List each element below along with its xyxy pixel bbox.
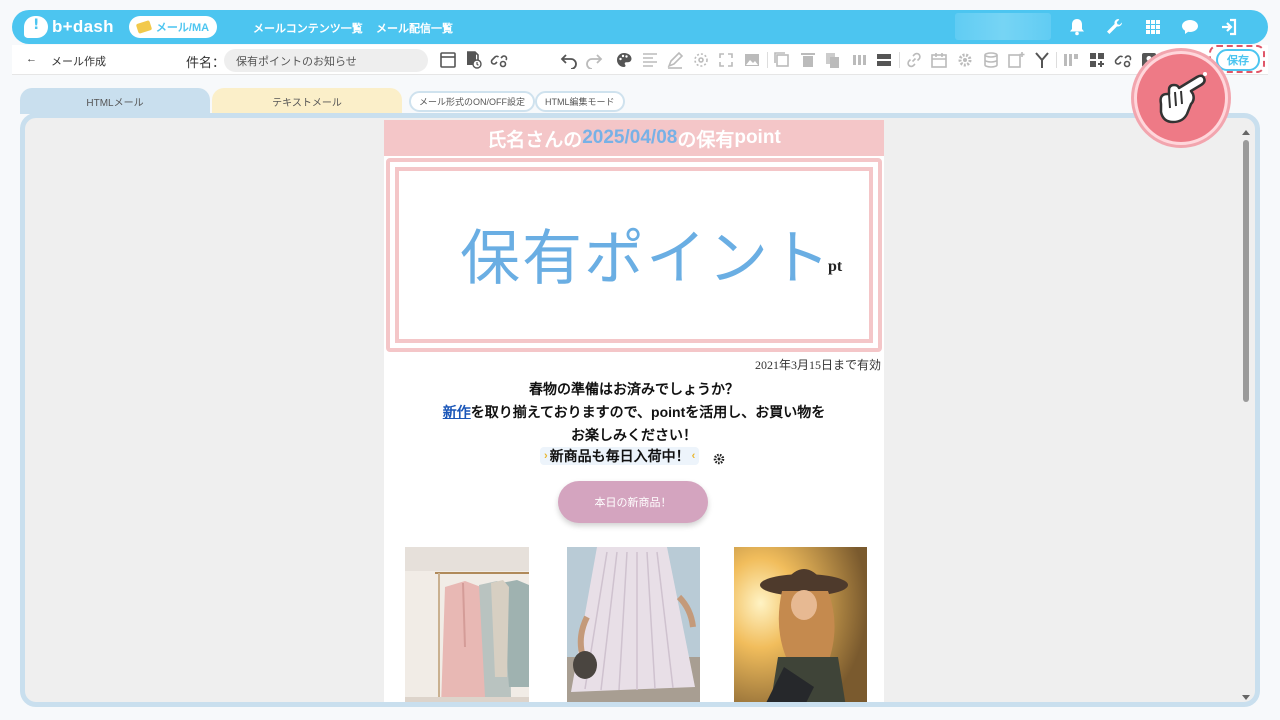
wrench-icon[interactable] <box>1104 17 1124 37</box>
link-check-icon[interactable] <box>490 51 508 69</box>
brand-logo[interactable]: b+dash <box>24 15 114 39</box>
pen-icon[interactable] <box>666 51 684 69</box>
grid-icon[interactable] <box>1143 17 1163 37</box>
dynamic-tag-line[interactable]: › 新商品も毎日入荷中！ ‹ <box>540 447 700 465</box>
page-title: メール作成 <box>51 56 106 68</box>
link-icon[interactable] <box>905 51 923 69</box>
nav-mail-delivery-list[interactable]: メール配信一覧 <box>376 20 453 36</box>
top-navigation-bar: b+dash メール/MA メールコンテンツ一覧 メール配信一覧 <box>12 10 1268 44</box>
header-suffix: point <box>734 127 781 148</box>
gear-icon[interactable] <box>712 451 726 465</box>
email-body[interactable]: 氏名さんの 2025/04/08 の保有 point 保有ポイント pt 202… <box>384 120 884 702</box>
subject-input[interactable] <box>224 49 428 72</box>
envelope-icon <box>135 20 153 34</box>
points-title: 保有ポイント <box>460 224 832 294</box>
align-icon[interactable] <box>641 51 659 69</box>
add-block-icon[interactable] <box>1088 51 1106 69</box>
product-image-skirt[interactable] <box>567 547 700 702</box>
message-line-2: 新作を取り揃えておりますので、pointを活用し、お買い物を <box>384 402 884 422</box>
layout-icon[interactable] <box>1062 51 1080 69</box>
toolbar-divider <box>1056 52 1057 68</box>
logo-text: b+dash <box>52 17 114 36</box>
html-edit-mode-button[interactable]: HTML編集モード <box>535 91 625 112</box>
subject-label: 件名： <box>186 55 226 70</box>
blurred-account-info <box>955 13 1051 40</box>
product-image-hat[interactable] <box>734 547 867 702</box>
nav-mail-content-list[interactable]: メールコンテンツ一覧 <box>253 20 363 36</box>
email-header-banner[interactable]: 氏名さんの 2025/04/08 の保有 point <box>384 120 884 156</box>
logout-icon[interactable] <box>1219 17 1239 37</box>
settings-icon[interactable] <box>956 51 974 69</box>
branch-icon[interactable] <box>1033 51 1051 69</box>
duplicate-icon[interactable] <box>824 51 842 69</box>
mail-format-toggle-button[interactable]: メール形式のON/OFF設定 <box>409 91 535 112</box>
fullscreen-icon[interactable] <box>717 51 735 69</box>
calendar-icon[interactable] <box>930 51 948 69</box>
columns-icon[interactable] <box>850 51 868 69</box>
message-line-1: 春物の準備はお済みでしょうか？ <box>529 381 739 397</box>
back-arrow-icon[interactable]: ← <box>26 53 37 69</box>
header-prefix: 氏名さんの <box>487 129 583 151</box>
valid-until-text: 2021年3月15日まで有効 <box>754 358 881 372</box>
logo-mark-icon <box>24 16 48 38</box>
copy-icon[interactable] <box>773 51 791 69</box>
preview-icon[interactable] <box>439 51 457 69</box>
scroll-down-icon[interactable] <box>1242 695 1250 700</box>
block-icon[interactable] <box>875 51 893 69</box>
note-add-icon[interactable] <box>1007 51 1025 69</box>
message-line-3: お楽しみください！ <box>571 427 697 443</box>
message-line-2-rest: を取り揃えておりますので、pointを活用し、お買い物を <box>470 404 826 420</box>
tab-text-mail[interactable]: テキストメール <box>212 88 402 114</box>
undo-icon[interactable] <box>560 51 578 70</box>
points-unit: pt <box>828 258 843 275</box>
app-root: b+dash メール/MA メールコンテンツ一覧 メール配信一覧 ← メール作成 <box>0 0 1280 720</box>
bell-icon[interactable] <box>1067 17 1087 37</box>
editor-toolbar: ← メール作成 件名： 保存 <box>12 45 1268 75</box>
toolbar-divider <box>767 52 768 68</box>
delete-icon[interactable] <box>799 51 817 69</box>
pointing-hand-icon <box>1134 51 1228 145</box>
toolbar-divider <box>899 52 900 68</box>
scroll-thumb[interactable] <box>1243 140 1249 402</box>
new-products-button[interactable]: 本日の新商品！ <box>558 481 708 523</box>
target-icon[interactable] <box>692 51 710 69</box>
link2-icon[interactable] <box>1114 51 1132 69</box>
header-date: 2025/04/08 <box>582 127 678 148</box>
chat-icon[interactable] <box>1180 17 1200 37</box>
product-image-coats[interactable] <box>405 547 529 702</box>
points-box[interactable]: 保有ポイント pt <box>386 158 882 352</box>
nav-mail-ma[interactable]: メール/MA <box>129 16 217 38</box>
tag-close-icon: ‹ <box>691 450 696 462</box>
tag-open-icon: › <box>544 450 548 462</box>
image-icon[interactable] <box>743 51 761 69</box>
dynamic-tag-text: 新商品も毎日入荷中！ <box>549 448 690 464</box>
new-items-link[interactable]: 新作 <box>443 404 471 420</box>
editor-scrollbar[interactable] <box>1241 130 1251 700</box>
email-editor-canvas[interactable]: 氏名さんの 2025/04/08 の保有 point 保有ポイント pt 202… <box>20 113 1260 707</box>
redo-icon[interactable] <box>585 51 603 70</box>
header-mid: の保有 <box>677 129 735 151</box>
tab-html-mail[interactable]: HTMLメール <box>20 88 210 114</box>
schedule-icon[interactable] <box>464 51 482 69</box>
palette-icon[interactable] <box>615 51 633 69</box>
database-icon[interactable] <box>982 51 1000 69</box>
nav-mail-ma-label: メール/MA <box>155 22 210 34</box>
save-button[interactable]: 保存 <box>1216 49 1260 71</box>
scroll-up-icon[interactable] <box>1242 130 1250 135</box>
